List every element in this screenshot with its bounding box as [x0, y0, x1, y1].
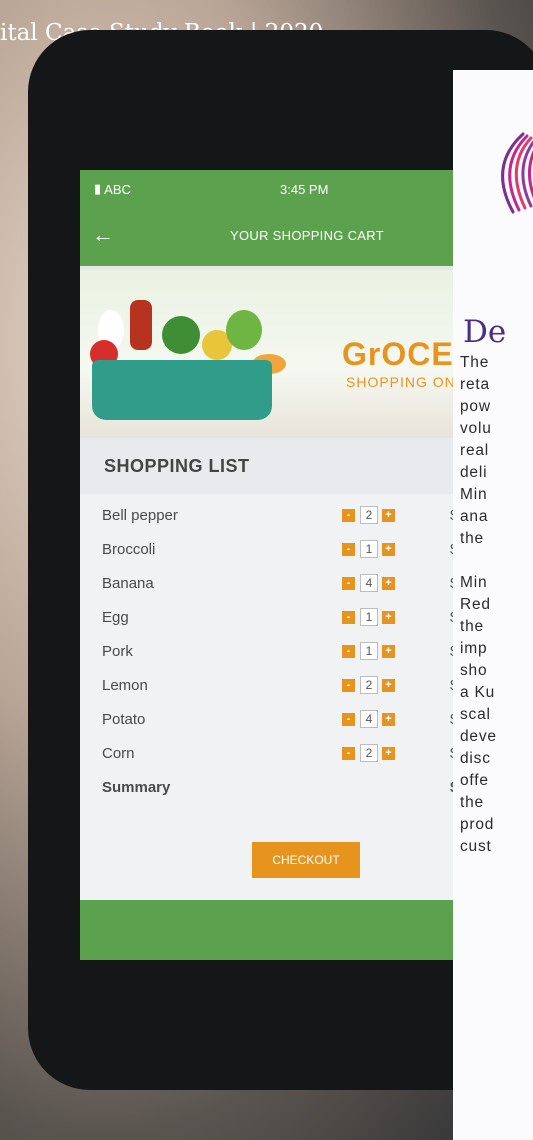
card-body: The reta pow volu real deli Min ana the Min Red the… [460, 352, 533, 858]
minus-icon[interactable]: - [342, 542, 355, 556]
card-title: De [463, 314, 507, 350]
body-line: sho [460, 662, 488, 679]
body-line: prod [460, 816, 495, 833]
item-name: Banana [102, 574, 154, 592]
carrier: ▮ ABC [94, 181, 131, 197]
plus-icon[interactable]: + [382, 712, 395, 726]
item-name: Pork [102, 642, 133, 660]
logo-icon [501, 132, 533, 214]
plus-icon[interactable]: + [382, 610, 395, 624]
body-line: real [460, 442, 490, 459]
minus-icon[interactable]: - [342, 644, 355, 658]
minus-icon[interactable]: - [342, 610, 355, 624]
broccoli-image [162, 316, 200, 354]
greens-image [226, 310, 262, 350]
quantity-value[interactable]: 4 [360, 710, 378, 728]
minus-icon[interactable]: - [342, 712, 355, 726]
quantity-value[interactable]: 2 [360, 506, 378, 524]
body-line: Min [460, 574, 488, 591]
item-name: Bell pepper [102, 506, 178, 524]
quantity-value[interactable]: 4 [360, 574, 378, 592]
item-name: Broccoli [102, 540, 156, 558]
plus-icon[interactable]: + [382, 576, 395, 590]
item-name: Lemon [102, 676, 148, 694]
quantity-value[interactable]: 2 [360, 676, 378, 694]
status-time: 3:45 PM [280, 181, 329, 197]
minus-icon[interactable]: - [342, 576, 355, 590]
signal-icon: ▮ [94, 181, 102, 196]
quantity-value[interactable]: 1 [360, 608, 378, 626]
item-name: Potato [102, 710, 146, 728]
body-line: the [460, 794, 484, 811]
quantity-value[interactable]: 1 [360, 540, 378, 558]
quantity-value[interactable]: 1 [360, 642, 378, 660]
page-title: YOUR SHOPPING CART [230, 228, 384, 243]
body-line: imp [460, 640, 488, 657]
item-name: Egg [102, 608, 129, 626]
plus-icon[interactable]: + [382, 644, 395, 658]
body-line: volu [460, 420, 492, 437]
minus-icon[interactable]: - [342, 678, 355, 692]
summary-label: Summary [102, 778, 171, 796]
basket-image [92, 360, 272, 420]
body-line: deli [460, 464, 488, 481]
body-line: the [460, 618, 484, 635]
plus-icon[interactable]: + [382, 746, 395, 760]
body-line: reta [460, 376, 490, 393]
carrier-label: ABC [104, 181, 131, 197]
body-line: Min [460, 486, 488, 503]
body-line: offe [460, 772, 489, 789]
body-line: disc [460, 750, 491, 767]
checkout-button[interactable]: CHECKOUT [252, 842, 360, 878]
quantity-value[interactable]: 2 [360, 744, 378, 762]
minus-icon[interactable]: - [342, 746, 355, 760]
body-line: the [460, 530, 484, 547]
plus-icon[interactable]: + [382, 678, 395, 692]
minus-icon[interactable]: - [342, 508, 355, 522]
body-line: cust [460, 838, 492, 855]
body-line: pow [460, 398, 491, 415]
body-line: ana [460, 508, 489, 525]
body-line: The [460, 354, 490, 371]
item-name: Corn [102, 744, 135, 762]
text-card: De The reta pow volu real deli Min ana the Min Red… [453, 70, 533, 1140]
sauce-bottle-image [130, 300, 152, 350]
back-arrow-icon[interactable]: ← [92, 222, 114, 248]
plus-icon[interactable]: + [382, 542, 395, 556]
body-line: deve [460, 728, 497, 745]
plus-icon[interactable]: + [382, 508, 395, 522]
body-line: Red [460, 596, 491, 613]
body-line: scal [460, 706, 491, 723]
body-line: a Ku [460, 684, 496, 701]
